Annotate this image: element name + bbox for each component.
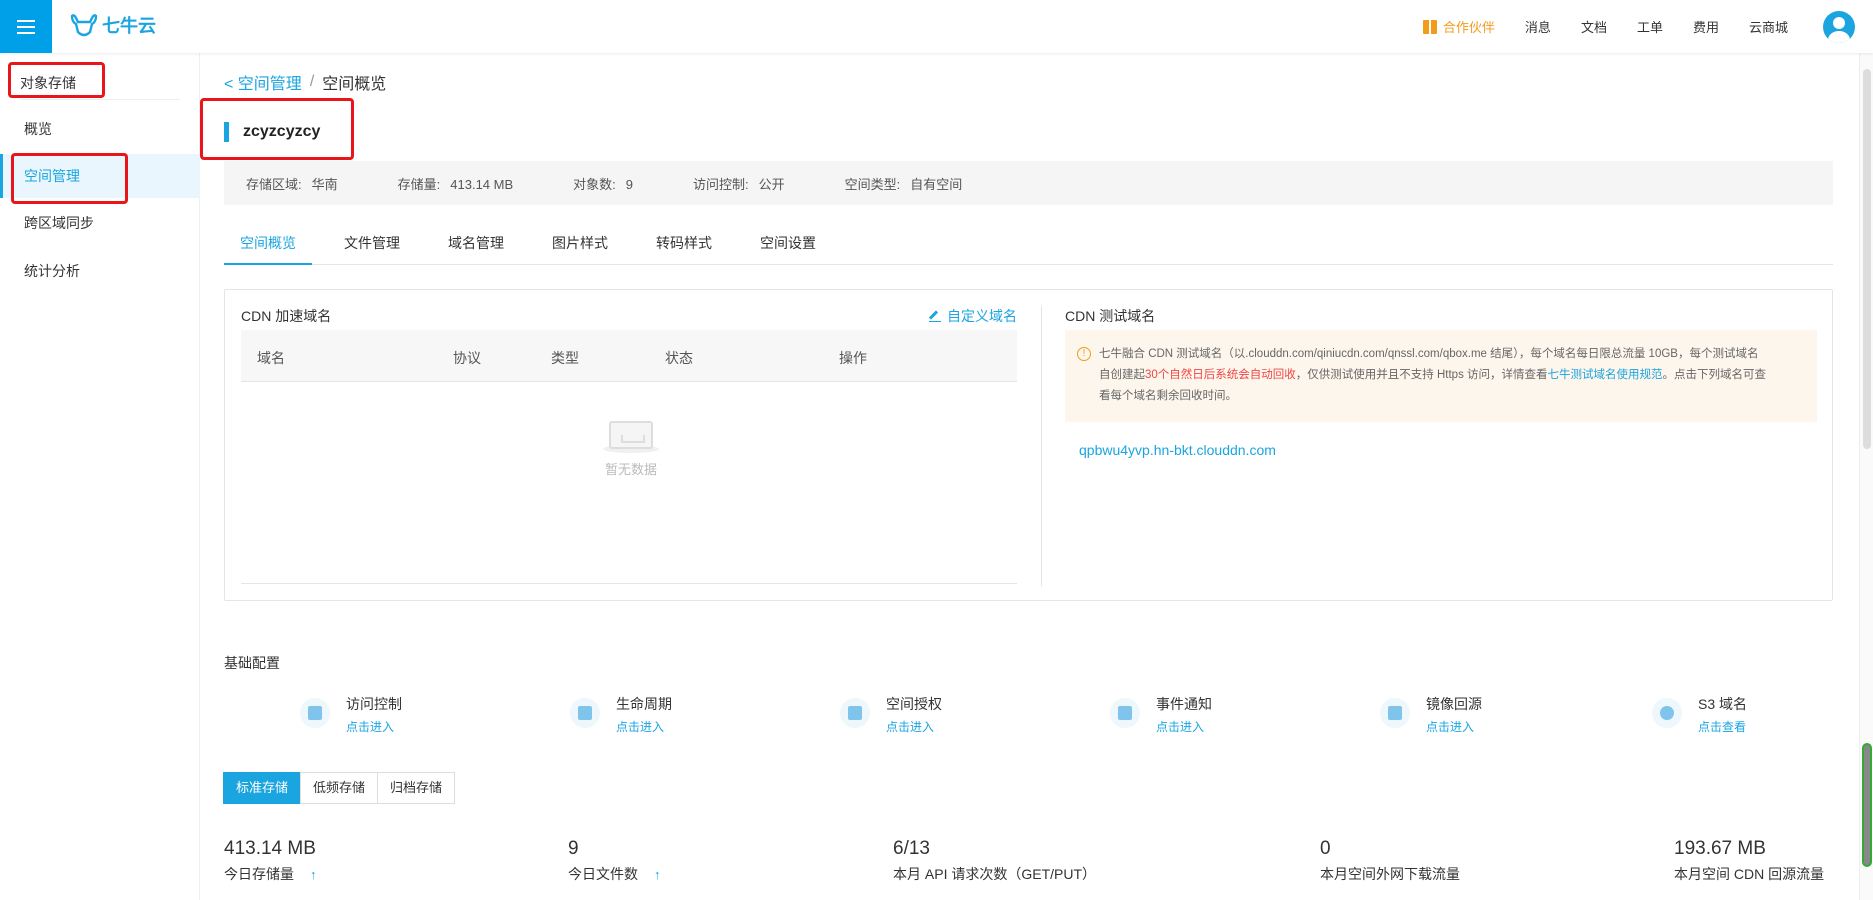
cdn-divider <box>1041 306 1042 586</box>
config-event-notify[interactable]: 事件通知 点击进入 <box>1110 690 1330 736</box>
cdn-accel-section: CDN 加速域名 自定义域名 域名 协议 类型 状态 操作 暂无数据 <box>241 306 1017 584</box>
config-mirror-source[interactable]: 镜像回源 点击进入 <box>1380 690 1600 736</box>
column-status: 状态 <box>665 350 693 366</box>
tab-bucket-settings[interactable]: 空间设置 <box>744 227 832 265</box>
info-objects: 对象数: 9 <box>573 176 633 192</box>
notice-line-1: 七牛融合 CDN 测试域名（以.clouddn.com/qiniucdn.com… <box>1099 348 1759 360</box>
cdn-table-header: 域名 协议 类型 状态 操作 <box>241 330 1017 382</box>
info-region: 存储区域: 华南 <box>246 176 338 192</box>
top-nav: 合作伙伴 消息 文档 工单 费用 云商城 <box>1422 0 1788 53</box>
config-bucket-auth[interactable]: 空间授权 点击进入 <box>840 690 1060 736</box>
tab-image-styles[interactable]: 图片样式 <box>536 227 624 265</box>
scrollbar-thumb[interactable] <box>1863 69 1871 449</box>
stat-cdn-origin-traffic: 193.67 MB 本月空间 CDN 回源流量 <box>1674 838 1825 882</box>
test-domain-notice: ! 七牛融合 CDN 测试域名（以.clouddn.com/qiniucdn.c… <box>1065 330 1817 422</box>
page-scrollbar[interactable] <box>1859 53 1873 900</box>
test-domain-link[interactable]: qpbwu4yvp.hn-bkt.clouddn.com <box>1079 442 1276 458</box>
logo-text: 七牛云 <box>102 16 156 36</box>
storage-tab-standard[interactable]: 标准存储 <box>223 772 302 804</box>
event-notify-icon <box>1110 698 1140 728</box>
stat-storage: 413.14 MB 今日存储量 ↑ <box>224 838 317 882</box>
nav-docs[interactable]: 文档 <box>1581 17 1607 36</box>
sidebar-item-overview[interactable]: 概览 <box>0 107 200 151</box>
custom-domain-button[interactable]: 自定义域名 <box>929 306 1017 326</box>
info-access: 访问控制: 公开 <box>693 176 785 192</box>
scroll-indicator[interactable] <box>1862 743 1872 867</box>
access-control-icon <box>300 698 330 728</box>
stat-download-traffic: 0 本月空间外网下载流量 <box>1320 838 1460 882</box>
qiniu-logo-icon <box>70 14 98 37</box>
nav-partner[interactable]: 合作伙伴 <box>1422 17 1495 36</box>
annotation-box-sidebar-active <box>11 153 128 204</box>
basic-config-title: 基础配置 <box>224 655 280 671</box>
globe-icon <box>1652 698 1682 728</box>
bucket-auth-icon <box>840 698 870 728</box>
breadcrumb-current: 空间概览 <box>322 76 387 93</box>
config-event-notify-link[interactable]: 点击进入 <box>1156 718 1204 735</box>
qiniu-logo[interactable]: 七牛云 <box>70 12 156 38</box>
tab-file-management[interactable]: 文件管理 <box>328 227 416 265</box>
config-bucket-auth-link[interactable]: 点击进入 <box>886 718 934 735</box>
tab-overview[interactable]: 空间概览 <box>224 227 312 265</box>
mirror-source-icon <box>1380 698 1410 728</box>
trend-up-icon: ↑ <box>654 866 661 882</box>
sidebar-item-cross-region-sync[interactable]: 跨区域同步 <box>0 201 200 245</box>
stat-files: 9 今日文件数 ↑ <box>568 838 661 882</box>
config-access-control-link[interactable]: 点击进入 <box>346 718 394 735</box>
column-type: 类型 <box>551 350 579 366</box>
stat-api-requests: 6/13 本月 API 请求次数（GET/PUT） <box>893 838 1097 882</box>
nav-marketplace[interactable]: 云商城 <box>1749 17 1788 36</box>
sidebar-divider <box>20 99 180 100</box>
tab-domain-management[interactable]: 域名管理 <box>432 227 520 265</box>
user-avatar[interactable] <box>1823 11 1855 43</box>
trend-up-icon: ↑ <box>310 866 317 882</box>
nav-billing[interactable]: 费用 <box>1693 17 1719 36</box>
column-actions: 操作 <box>839 350 867 366</box>
warning-icon: ! <box>1077 347 1091 361</box>
config-s3-domain-link[interactable]: 点击查看 <box>1698 718 1746 735</box>
gift-icon <box>1422 19 1437 34</box>
column-domain: 域名 <box>257 350 285 366</box>
cdn-accel-title: CDN 加速域名 <box>241 308 332 324</box>
column-protocol: 协议 <box>453 350 481 366</box>
empty-text: 暂无数据 <box>604 462 657 477</box>
empty-state: 暂无数据 <box>591 411 671 478</box>
test-domain-policy-link[interactable]: 七牛测试域名使用规范 <box>1548 369 1663 381</box>
notice-line-3: 看每个域名剩余回收时间。 <box>1099 390 1237 402</box>
breadcrumb-back-link[interactable]: < 空间管理 <box>224 70 302 94</box>
annotation-box-sidebar-title <box>8 62 105 98</box>
cdn-panel: CDN 加速域名 自定义域名 域名 协议 类型 状态 操作 暂无数据 CDN 测… <box>224 289 1833 601</box>
notice-line-2: 自创建起30个自然日后系统会自动回收，仅供测试使用并且不支持 Https 访问，… <box>1099 369 1767 381</box>
edit-icon <box>929 310 941 322</box>
cdn-test-title: CDN 测试域名 <box>1065 308 1156 324</box>
config-mirror-source-link[interactable]: 点击进入 <box>1426 718 1474 735</box>
lifecycle-icon <box>570 698 600 728</box>
sidebar-item-statistics[interactable]: 统计分析 <box>0 249 200 293</box>
empty-box-icon <box>603 411 659 453</box>
info-type: 空间类型: 自有空间 <box>844 176 963 192</box>
menu-toggle-button[interactable] <box>0 0 52 53</box>
config-lifecycle-link[interactable]: 点击进入 <box>616 718 664 735</box>
bucket-tabs: 空间概览 文件管理 域名管理 图片样式 转码样式 空间设置 <box>224 227 1833 265</box>
bucket-name: zcyzcyzcy <box>224 122 320 142</box>
tab-transcode-styles[interactable]: 转码样式 <box>640 227 728 265</box>
config-access-control[interactable]: 访问控制 点击进入 <box>300 690 520 736</box>
config-s3-domain[interactable]: S3 域名 点击查看 <box>1652 690 1872 736</box>
breadcrumb: < 空间管理 / 空间概览 <box>224 70 386 94</box>
storage-tab-infrequent[interactable]: 低频存储 <box>300 772 379 804</box>
nav-tickets[interactable]: 工单 <box>1637 17 1663 36</box>
table-bottom-divider <box>241 583 1017 584</box>
cdn-test-section: CDN 测试域名 ! 七牛融合 CDN 测试域名（以.clouddn.com/q… <box>1065 306 1817 458</box>
bucket-info-bar: 存储区域: 华南 存储量: 413.14 MB 对象数: 9 访问控制: 公开 空间类型… <box>224 161 1833 205</box>
info-storage: 存储量: 413.14 MB <box>397 176 514 192</box>
config-lifecycle[interactable]: 生命周期 点击进入 <box>570 690 790 736</box>
nav-messages[interactable]: 消息 <box>1525 17 1551 36</box>
storage-class-tabs: 标准存储 低频存储 归档存储 <box>223 772 456 804</box>
top-header: 七牛云 合作伙伴 消息 文档 工单 费用 云商城 <box>0 0 1873 53</box>
hamburger-icon <box>17 25 35 28</box>
breadcrumb-separator: / <box>309 73 315 90</box>
storage-tab-archive[interactable]: 归档存储 <box>377 772 456 804</box>
